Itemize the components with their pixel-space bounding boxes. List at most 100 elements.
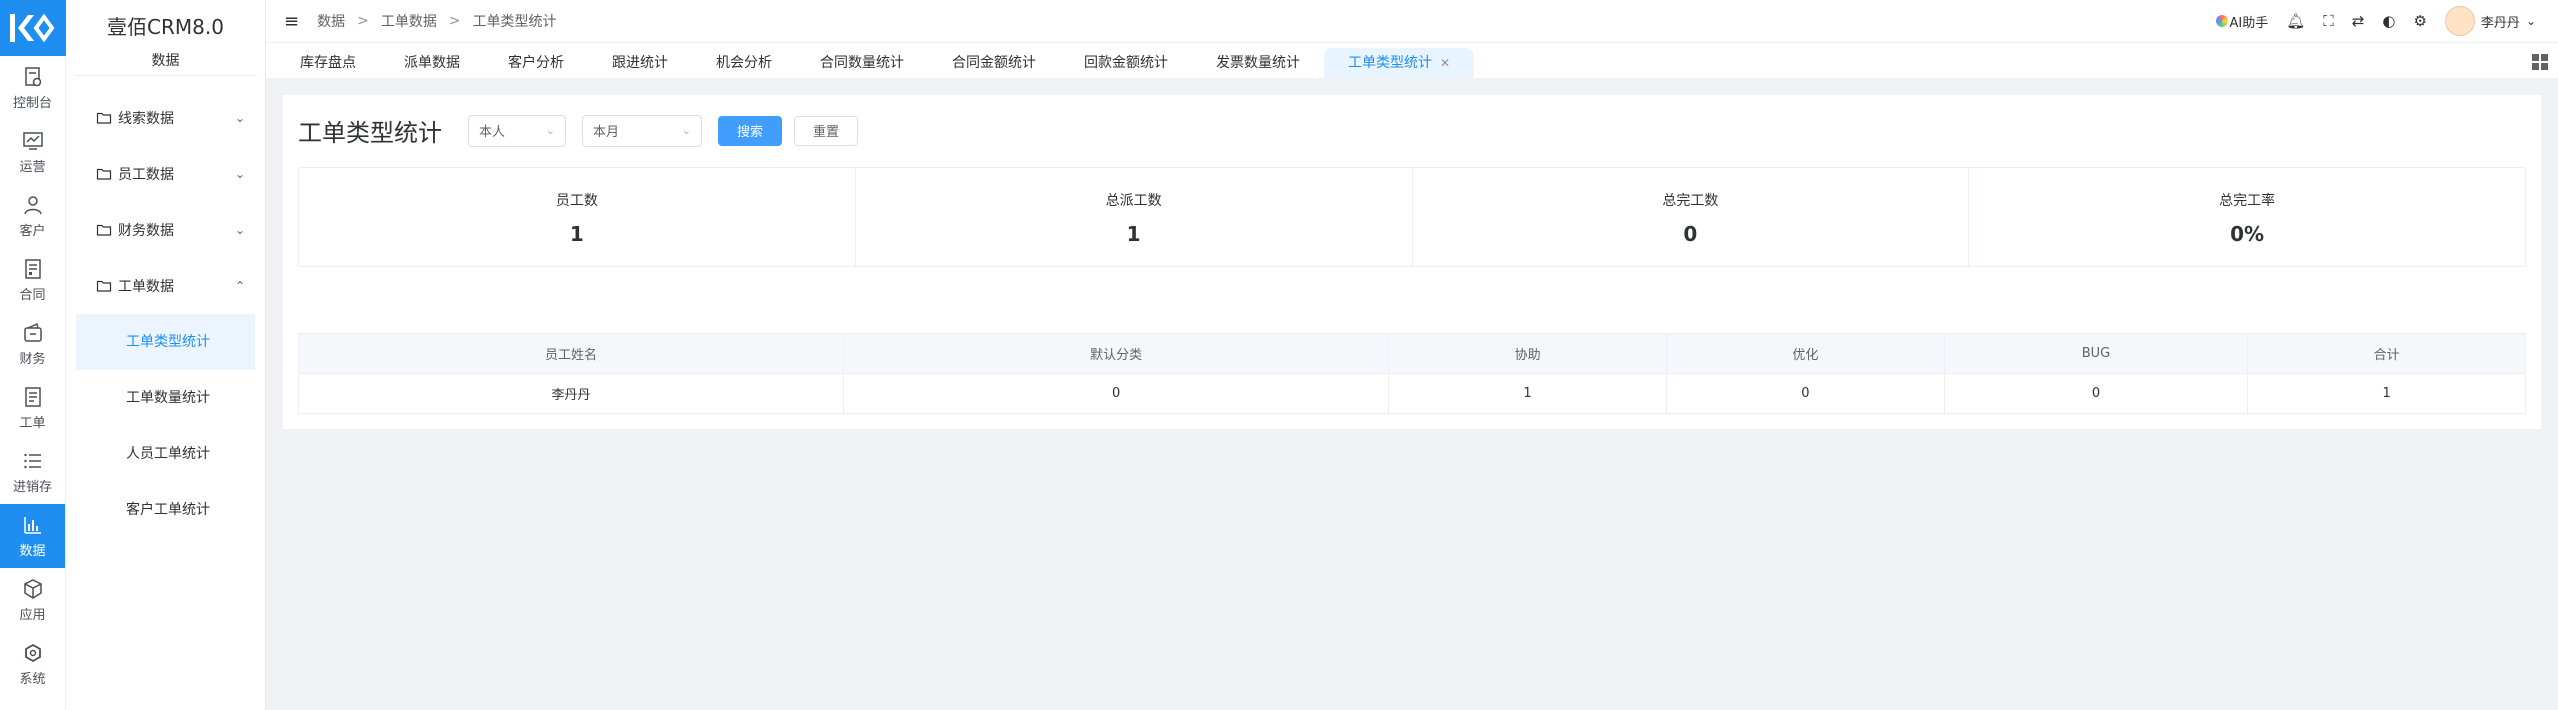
tab-opportunity-analysis[interactable]: 机会分析 bbox=[692, 48, 796, 78]
rail-item-apps[interactable]: 应用 bbox=[0, 568, 65, 632]
breadcrumb-current: 工单类型统计 bbox=[472, 14, 557, 30]
table-row[interactable]: 李丹丹 0 1 0 0 1 bbox=[297, 373, 2526, 414]
column-header[interactable]: BUG bbox=[1943, 333, 2249, 374]
sidebar-item-ticket-type-stats[interactable]: 工单类型统计 bbox=[76, 314, 255, 370]
stat-value: 1 bbox=[1126, 222, 1141, 246]
bell-icon[interactable]: 🔔︎ bbox=[2286, 12, 2305, 30]
ticket-icon bbox=[24, 386, 41, 407]
tab-invoice-count-stats[interactable]: 发票数量统计 bbox=[1192, 48, 1324, 78]
rail-label: 系统 bbox=[19, 671, 46, 687]
top-bar-actions: AI助手 🔔︎ ⛶ ⇄ ◐ ⚙ 李丹丹 ⌄ bbox=[2215, 6, 2558, 36]
tab-customer-analysis[interactable]: 客户分析 bbox=[484, 48, 588, 78]
chevron-up-icon: ⌃ bbox=[234, 279, 245, 293]
sidebar-group-tickets[interactable]: 工单数据 ⌃ bbox=[66, 258, 265, 314]
sidebar-item-ticket-count-stats[interactable]: 工单数量统计 bbox=[76, 370, 255, 426]
brand-name: 壹佰CRM8.0 bbox=[107, 15, 224, 39]
ai-assistant-label: AI助手 bbox=[2229, 15, 2269, 31]
sidebar-group-staff[interactable]: 员工数据 ⌄ bbox=[66, 146, 265, 202]
tab-inventory-check[interactable]: 库存盘点 bbox=[276, 48, 380, 78]
settings-icon[interactable]: ⚙ bbox=[2413, 12, 2426, 30]
period-select-value: 本月 bbox=[593, 125, 620, 140]
sidebar-group-finance[interactable]: 财务数据 ⌄ bbox=[66, 202, 265, 258]
rail-item-customers[interactable]: 客户 bbox=[0, 184, 65, 248]
list-icon bbox=[23, 453, 41, 468]
rail-label: 进销存 bbox=[12, 479, 52, 495]
top-bar: ≡ 数据 > 工单数据 > 工单类型统计 AI助手 🔔︎ ⛶ ⇄ ◐ ⚙ 李丹丹… bbox=[266, 0, 2558, 42]
column-header[interactable]: 协助 bbox=[1388, 333, 1667, 374]
tab-payment-amount-stats[interactable]: 回款金额统计 bbox=[1060, 48, 1192, 78]
tab-contract-amount-stats[interactable]: 合同金额统计 bbox=[928, 48, 1060, 78]
rail-label: 应用 bbox=[19, 607, 46, 623]
stat-value: 0 bbox=[1683, 222, 1698, 246]
rail-item-contracts[interactable]: 合同 bbox=[0, 248, 65, 312]
stat-card-staff-count: 员工数 1 bbox=[299, 168, 856, 266]
sidebar-item-customer-ticket-stats[interactable]: 客户工单统计 bbox=[76, 482, 255, 538]
theme-palette-icon[interactable]: ◐ bbox=[2382, 12, 2395, 30]
stat-label: 员工数 bbox=[555, 193, 598, 209]
rail-item-data[interactable]: 数据 bbox=[0, 504, 65, 568]
tab-ticket-type-stats[interactable]: 工单类型统计 ✕ bbox=[1324, 48, 1475, 78]
reset-button[interactable]: 重置 bbox=[794, 115, 859, 146]
sidebar-group-leads[interactable]: 线索数据 ⌄ bbox=[66, 90, 265, 146]
close-icon[interactable]: ✕ bbox=[1440, 56, 1450, 70]
ai-assistant-button[interactable]: AI助手 bbox=[2215, 12, 2269, 31]
main-panel: 工单类型统计 本人 ⌄ 本月 ⌄ 搜索 重置 员工数 1 总派工数 1 总完工数… bbox=[283, 95, 2541, 429]
breadcrumb-item[interactable]: 数据 bbox=[317, 11, 345, 31]
rail-item-inventory[interactable]: 进销存 bbox=[0, 440, 65, 504]
table-cell: 0 bbox=[1665, 373, 1945, 414]
rail-label: 客户 bbox=[19, 223, 46, 239]
rail-item-operations[interactable]: 运营 bbox=[0, 120, 65, 184]
menu-toggle-icon[interactable]: ≡ bbox=[284, 11, 299, 32]
stat-value: 0% bbox=[2230, 222, 2265, 246]
contract-icon bbox=[24, 258, 41, 279]
bar-chart-icon bbox=[23, 516, 41, 534]
table-cell: 0 bbox=[843, 373, 1390, 414]
person-select[interactable]: 本人 ⌄ bbox=[468, 114, 566, 147]
column-header[interactable]: 员工姓名 bbox=[297, 333, 845, 374]
column-header[interactable]: 默认分类 bbox=[843, 333, 1390, 374]
stat-value: 1 bbox=[569, 222, 584, 246]
rail-item-finance[interactable]: 财务 bbox=[0, 312, 65, 376]
ticket-type-table: 员工姓名 默认分类 协助 优化 BUG 合计 李丹丹 0 1 0 0 1 bbox=[297, 333, 2526, 414]
stat-card-completion-rate: 总完工率 0% bbox=[1969, 168, 2525, 266]
sidebar-section-title: 数据 bbox=[74, 50, 257, 76]
rail-item-dashboard[interactable]: 控制台 bbox=[0, 56, 65, 120]
rail-item-tickets[interactable]: 工单 bbox=[0, 376, 65, 440]
cube-icon bbox=[23, 578, 42, 599]
tab-dispatch-data[interactable]: 派单数据 bbox=[380, 48, 484, 78]
folder-icon bbox=[96, 280, 112, 292]
column-header[interactable]: 合计 bbox=[2247, 333, 2526, 374]
icon-rail: 控制台 运营 客户 合同 财务 工单 进销存 数据 应用 系统 bbox=[0, 0, 66, 710]
chart-line-icon bbox=[22, 131, 43, 150]
table-cell: 1 bbox=[2247, 373, 2526, 414]
stat-card-total-completed: 总完工数 0 bbox=[1413, 168, 1970, 266]
tab-followup-stats[interactable]: 跟进统计 bbox=[588, 48, 692, 78]
breadcrumb-separator: > bbox=[448, 13, 461, 29]
tabs-bar: 库存盘点 派单数据 客户分析 跟进统计 机会分析 合同数量统计 合同金额统计 回… bbox=[266, 42, 2558, 78]
user-name: 李丹丹 bbox=[2480, 15, 2520, 31]
app-logo[interactable] bbox=[0, 0, 66, 56]
sidebar-item-staff-ticket-stats[interactable]: 人员工单统计 bbox=[76, 426, 255, 482]
column-header[interactable]: 优化 bbox=[1665, 333, 1945, 374]
user-menu[interactable]: 李丹丹 ⌄ bbox=[2444, 6, 2536, 36]
wallet-icon bbox=[23, 322, 42, 342]
rail-label: 财务 bbox=[19, 351, 46, 367]
folder-icon bbox=[96, 168, 112, 180]
stat-label: 总完工数 bbox=[1662, 193, 1719, 209]
sidebar-group-label: 工单数据 bbox=[118, 279, 174, 295]
breadcrumb-item[interactable]: 工单数据 bbox=[381, 11, 437, 31]
translate-icon[interactable]: ⇄ bbox=[2352, 12, 2365, 30]
hexagon-icon bbox=[24, 643, 41, 662]
search-button[interactable]: 搜索 bbox=[718, 115, 783, 146]
table-cell: 0 bbox=[1943, 373, 2249, 414]
fullscreen-icon[interactable]: ⛶ bbox=[2323, 12, 2334, 30]
filter-row: 工单类型统计 本人 ⌄ 本月 ⌄ 搜索 重置 bbox=[298, 113, 870, 148]
chevron-down-icon: ⌄ bbox=[681, 124, 691, 137]
period-select[interactable]: 本月 ⌄ bbox=[582, 114, 702, 147]
grid-menu-icon[interactable] bbox=[2532, 54, 2548, 70]
sidebar-group-label: 财务数据 bbox=[118, 223, 174, 239]
rail-item-system[interactable]: 系统 bbox=[0, 632, 65, 696]
chevron-down-icon: ⌄ bbox=[2525, 14, 2536, 28]
sub-sidebar: 壹佰CRM8.0 数据 线索数据 ⌄ 员工数据 ⌄ 财务数据 ⌄ 工单数据 ⌃ … bbox=[66, 0, 266, 710]
tab-contract-count-stats[interactable]: 合同数量统计 bbox=[796, 48, 928, 78]
